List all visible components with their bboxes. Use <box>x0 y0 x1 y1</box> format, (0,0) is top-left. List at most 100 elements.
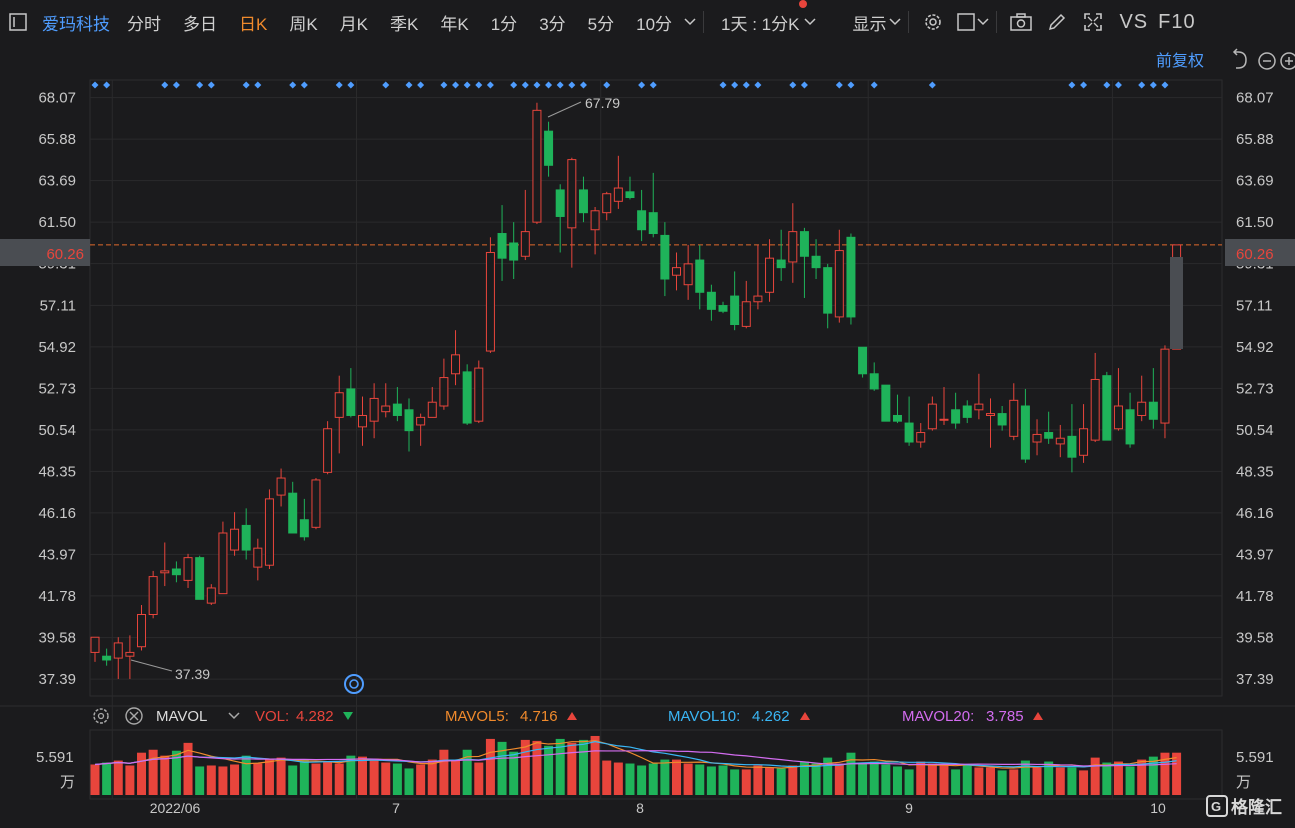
signal-dot <box>172 81 180 89</box>
chevron-down-icon[interactable] <box>888 9 902 35</box>
display-menu[interactable]: 显示 <box>841 10 888 35</box>
tab-period-fenshi[interactable]: 分时 <box>116 10 172 35</box>
candle-body <box>90 636 100 653</box>
candle-down <box>544 121 554 177</box>
mavol5-value: 4.716 <box>520 708 558 725</box>
chevron-down-icon[interactable] <box>683 9 697 35</box>
candle-up <box>613 155 623 209</box>
tab-period-3min[interactable]: 3分 <box>528 10 576 35</box>
chart-logo-icon <box>344 674 364 694</box>
candle-body <box>823 267 833 314</box>
chevron-down-icon[interactable] <box>976 9 990 35</box>
gear-icon[interactable] <box>920 9 946 35</box>
candle-body <box>683 263 693 286</box>
volume-bar <box>357 756 367 795</box>
signal-dot <box>731 81 739 89</box>
signal-dot <box>638 81 646 89</box>
tab-period-weekly[interactable]: 周K <box>278 10 328 35</box>
candle-body <box>427 401 437 418</box>
volume-bar <box>544 745 554 795</box>
up-arrow-icon <box>1033 712 1043 720</box>
toolbar-divider <box>703 11 705 33</box>
multi-period-select[interactable]: 1天 : 1分K <box>710 0 808 35</box>
candle-body <box>997 413 1007 426</box>
signal-dot <box>870 81 878 89</box>
signal-dot <box>1149 81 1157 89</box>
volume-bar <box>439 749 449 795</box>
volume-unit-right: 万 <box>1236 774 1251 791</box>
pencil-icon[interactable] <box>1044 9 1070 35</box>
candle-down <box>730 271 740 331</box>
candle-body <box>1032 433 1042 443</box>
candle-body <box>137 613 147 648</box>
candle-body <box>811 255 821 269</box>
indicator-selector[interactable]: MAVOL <box>156 708 207 725</box>
signal-dot <box>405 81 413 89</box>
gear-icon[interactable] <box>93 708 109 724</box>
candlestick-chart[interactable]: 68.0765.8863.6961.5059.3157.1154.9252.73… <box>0 44 1295 828</box>
volume-bar <box>1067 767 1077 795</box>
signal-dot <box>486 81 494 89</box>
adjust-button[interactable]: 前复权 <box>1156 52 1204 70</box>
undo-icon[interactable] <box>1232 48 1247 69</box>
vs-button[interactable]: VS <box>1119 11 1148 34</box>
candle-body <box>986 413 996 416</box>
tab-period-5min[interactable]: 5分 <box>577 10 625 35</box>
tab-period-daily[interactable]: 日K <box>228 10 278 35</box>
volume-axis-left: 5.591 <box>36 749 74 766</box>
tab-period-monthly[interactable]: 月K <box>329 10 379 35</box>
candle-up <box>1079 404 1089 463</box>
tab-period-10min[interactable]: 10分 <box>625 10 683 35</box>
date-label: 2022/06 <box>150 800 201 816</box>
candle-up <box>474 360 484 424</box>
camera-icon[interactable] <box>1008 9 1034 35</box>
tab-period-quarterly[interactable]: 季K <box>379 10 429 35</box>
candle-down <box>858 346 868 378</box>
volume-bar <box>741 769 751 795</box>
candle-body <box>951 409 961 424</box>
expand-icon[interactable] <box>1080 9 1106 35</box>
candle-up <box>334 375 344 454</box>
candle-down <box>776 229 786 281</box>
candle-body <box>369 397 379 422</box>
f10-button[interactable]: F10 <box>1158 11 1195 34</box>
menu-square-icon[interactable] <box>5 9 31 35</box>
candle-body <box>416 416 426 426</box>
volume-bar <box>195 766 205 795</box>
candle-down <box>404 398 414 452</box>
chevron-down-icon[interactable] <box>228 712 240 720</box>
candle-down <box>869 362 879 391</box>
mavol5-label: MAVOL5: <box>445 708 509 725</box>
box-icon[interactable] <box>956 9 976 35</box>
watermark: G 格隆汇 <box>1206 795 1282 817</box>
volume-bar <box>962 765 972 795</box>
signal-dot <box>1161 81 1169 89</box>
candle-body <box>834 250 844 318</box>
tab-period-yearly[interactable]: 年K <box>429 10 479 35</box>
volume-bar <box>730 769 740 795</box>
candle-up <box>311 478 321 530</box>
zoom-in-icon[interactable] <box>1280 52 1295 70</box>
chevron-down-icon[interactable] <box>803 9 817 35</box>
volume-unit-left: 万 <box>60 774 75 791</box>
current-price-tag-left: 60.26 <box>0 239 90 266</box>
high-annotation: 67.79 <box>547 95 620 118</box>
grid-lines <box>0 79 1295 800</box>
signal-dot <box>417 81 425 89</box>
signal-dot <box>1114 81 1122 89</box>
candle-body <box>765 257 775 293</box>
high-price-label: 67.79 <box>585 95 620 111</box>
close-icon[interactable] <box>125 707 143 725</box>
mavol10-value: 4.262 <box>752 708 790 725</box>
stock-name[interactable]: 爱玛科技 <box>36 10 116 35</box>
signal-dot <box>289 81 297 89</box>
signal-markers <box>91 81 1169 89</box>
tab-period-1min[interactable]: 1分 <box>480 10 528 35</box>
price-tick-right: 65.88 <box>1236 131 1274 148</box>
tab-period-duori[interactable]: 多日 <box>172 10 228 35</box>
candle-down <box>392 387 402 422</box>
zoom-out-icon[interactable] <box>1258 52 1276 70</box>
vol-value: 4.282 <box>296 708 334 725</box>
price-tick-left: 54.92 <box>38 339 76 356</box>
volume-bar <box>206 765 216 795</box>
